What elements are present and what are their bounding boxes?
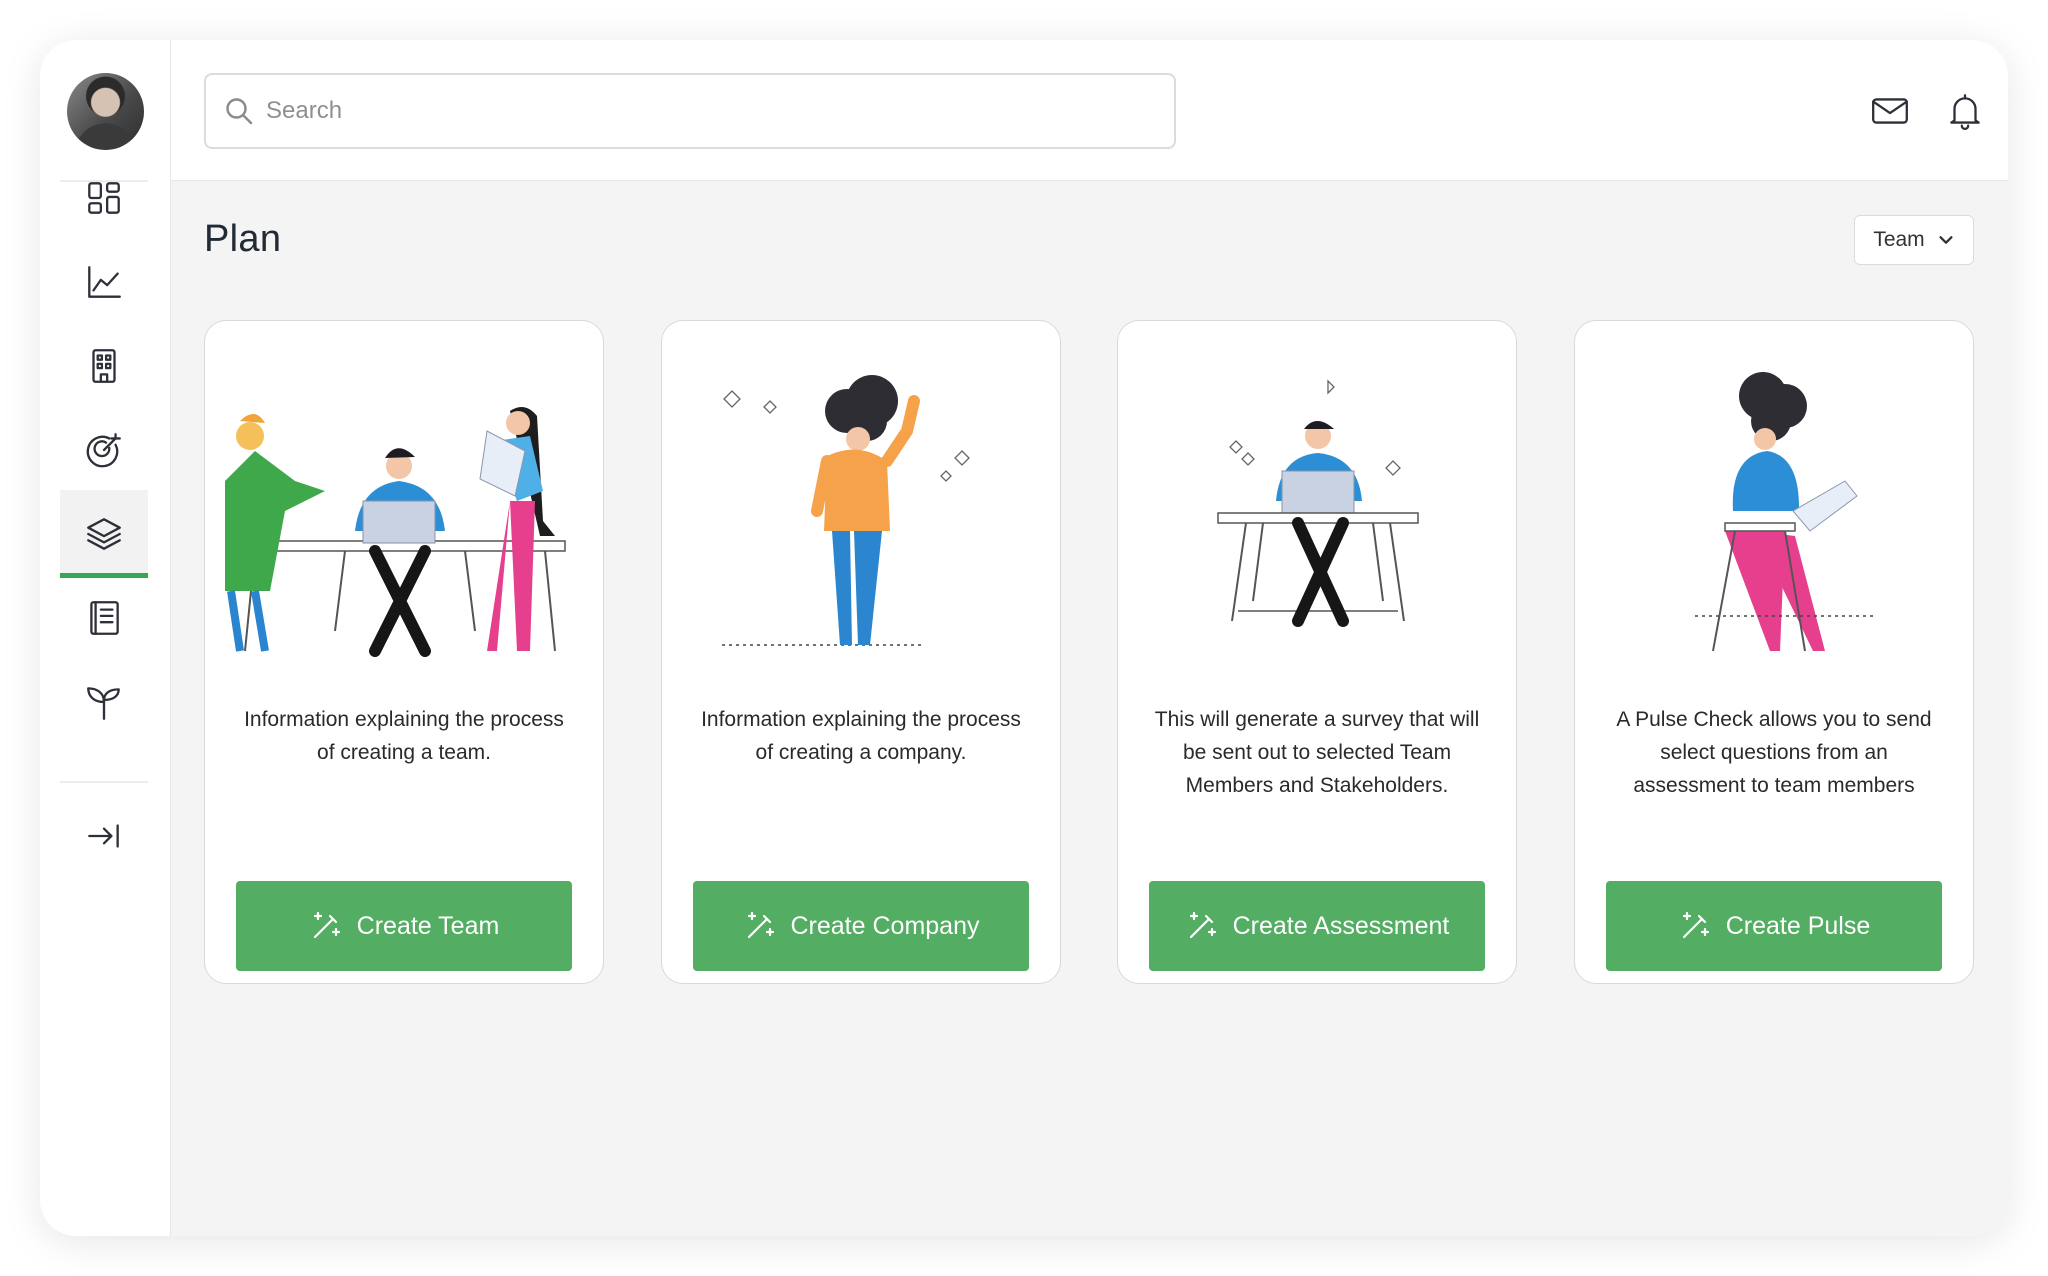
book-icon: [90, 601, 119, 635]
top-bar: [171, 40, 2008, 181]
bell-icon: [1950, 94, 1980, 130]
person-standing-illustration: [722, 375, 970, 646]
sidebar-item-growth[interactable]: [60, 658, 148, 746]
button-label: Create Pulse: [1725, 911, 1871, 940]
person-at-laptop-illustration: [1217, 379, 1419, 627]
app-window: Plan Team Information explaining the pro…: [40, 40, 2008, 1236]
person-on-stool-illustration: [1695, 372, 1875, 652]
sidebar-divider: [60, 781, 148, 783]
create-assessment-card: This will generate a survey that will be…: [1117, 320, 1517, 984]
dashboard-icon: [88, 182, 120, 214]
sprout-icon: [87, 687, 120, 720]
sidebar: [40, 40, 171, 1236]
analytics-chart-icon: [88, 266, 121, 298]
create-team-card: Information explaining the process of cr…: [204, 320, 604, 984]
collapse-arrow-icon: [88, 824, 119, 848]
sidebar-collapse-button[interactable]: [60, 792, 148, 880]
mail-icon: [1872, 98, 1908, 124]
notifications-button[interactable]: [1944, 90, 1986, 132]
card-description: This will generate a survey that will be…: [1154, 708, 1480, 797]
page-title: Plan: [204, 218, 282, 260]
building-icon: [92, 349, 116, 383]
sidebar-item-plan[interactable]: [60, 490, 148, 578]
sidebar-item-company[interactable]: [60, 322, 148, 410]
card-description: Information explaining the process of cr…: [244, 708, 564, 764]
create-company-card: Information explaining the process of cr…: [661, 320, 1061, 984]
team-at-desk-illustration: [225, 407, 566, 657]
button-label: Create Team: [356, 911, 500, 940]
sidebar-item-dashboard[interactable]: [60, 154, 148, 242]
avatar[interactable]: [67, 73, 144, 150]
button-label: Create Assessment: [1232, 911, 1450, 940]
card-description: A Pulse Check allows you to send select …: [1616, 708, 1932, 797]
search-box[interactable]: [204, 73, 1176, 149]
chevron-down-icon: [1939, 236, 1953, 244]
magic-wand-icon: [313, 911, 340, 939]
card-description: Information explaining the process of cr…: [701, 708, 1021, 764]
magic-wand-icon: [1189, 911, 1216, 939]
create-company-button[interactable]: Create Company: [693, 881, 1029, 971]
search-icon: [226, 98, 253, 125]
create-assessment-button[interactable]: Create Assessment: [1149, 881, 1485, 971]
target-icon: [86, 433, 121, 468]
magic-wand-icon: [747, 911, 774, 939]
sidebar-item-library[interactable]: [60, 574, 148, 662]
magic-wand-icon: [1682, 911, 1709, 939]
layers-icon: [87, 518, 121, 550]
search-input[interactable]: [266, 97, 1146, 125]
create-pulse-button[interactable]: Create Pulse: [1606, 881, 1942, 971]
create-pulse-card: A Pulse Check allows you to send select …: [1574, 320, 1974, 984]
dropdown-value: Team: [1873, 228, 1925, 251]
button-label: Create Company: [790, 911, 980, 940]
create-team-button[interactable]: Create Team: [236, 881, 572, 971]
sidebar-item-goals[interactable]: [60, 406, 148, 494]
scope-dropdown[interactable]: Team: [1854, 215, 1974, 265]
mail-button[interactable]: [1869, 90, 1911, 132]
sidebar-item-analytics[interactable]: [60, 238, 148, 326]
